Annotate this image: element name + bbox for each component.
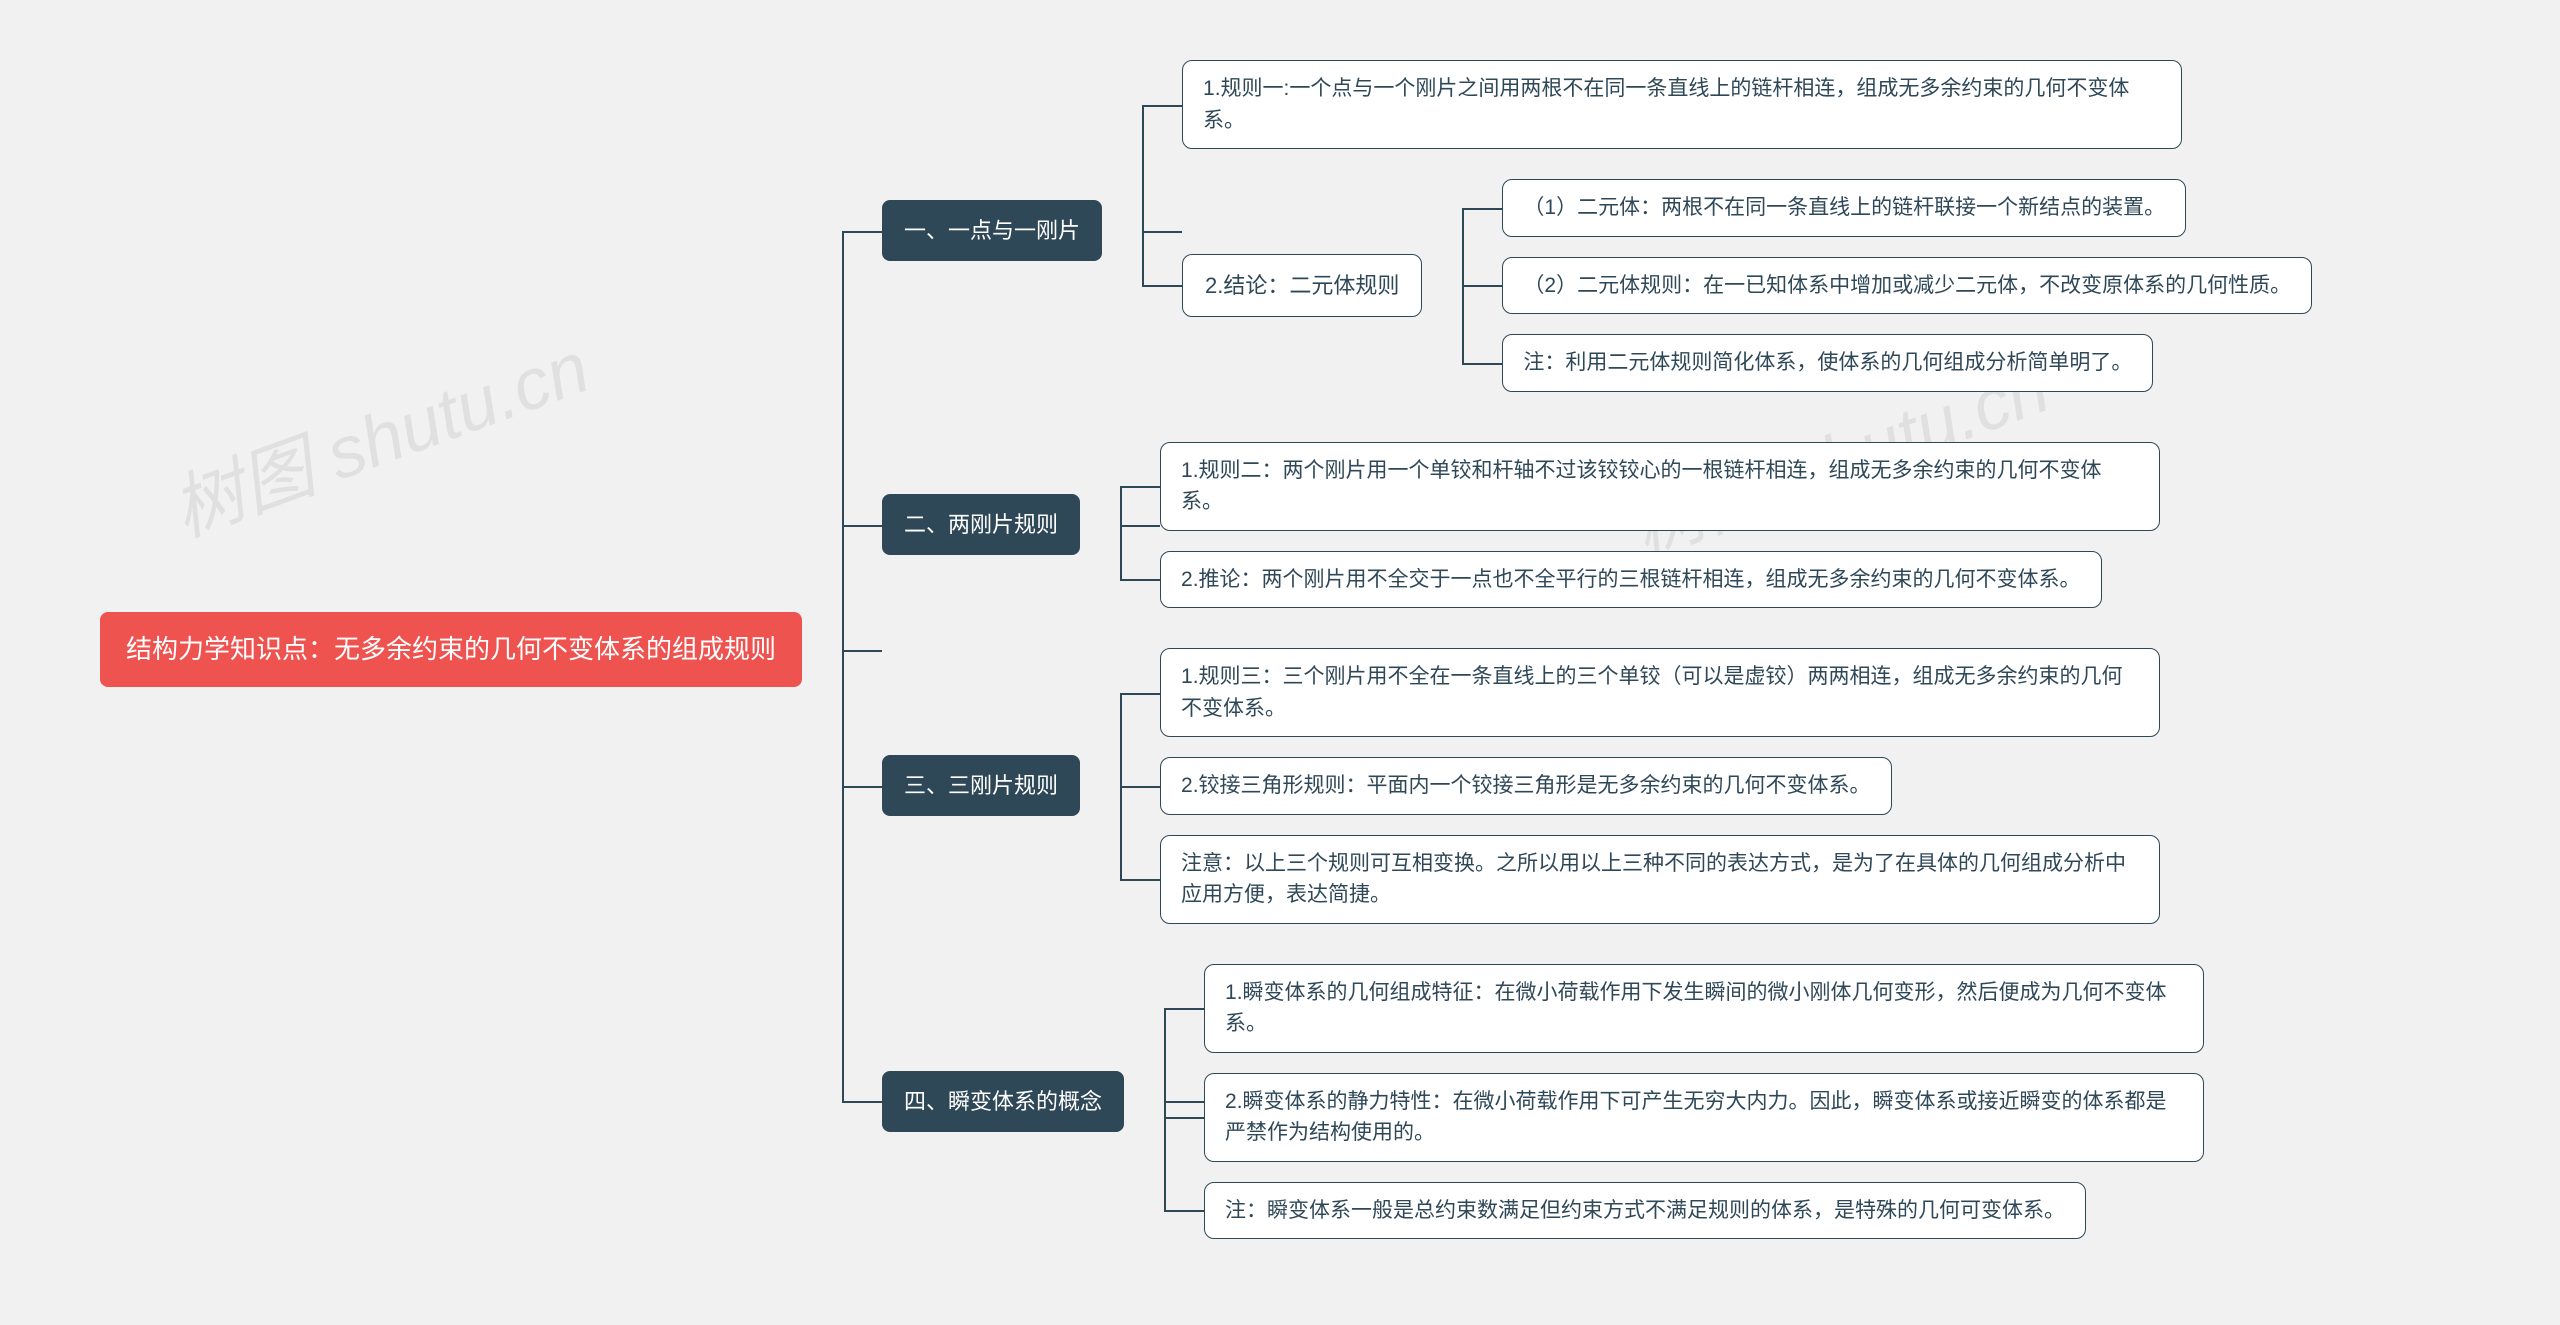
s1-conclusion-title[interactable]: 2.结论：二元体规则: [1182, 254, 1422, 317]
section-1-title[interactable]: 一、一点与一刚片: [882, 200, 1102, 261]
mindmap-canvas: 结构力学知识点：无多余约束的几何不变体系的组成规则 一、一点与一刚片 1.规则一…: [0, 0, 2560, 1319]
section-3-title[interactable]: 三、三刚片规则: [882, 755, 1080, 816]
s1-conc-b[interactable]: （2）二元体规则：在一已知体系中增加或减少二元体，不改变原体系的几何性质。: [1502, 257, 2312, 315]
root-node[interactable]: 结构力学知识点：无多余约束的几何不变体系的组成规则: [100, 612, 802, 687]
s3-r3[interactable]: 注意：以上三个规则可互相变换。之所以用以上三种不同的表达方式，是为了在具体的几何…: [1160, 835, 2160, 924]
s2-r2[interactable]: 2.推论：两个刚片用不全交于一点也不全平行的三根链杆相连，组成无多余约束的几何不…: [1160, 551, 2102, 609]
s3-r2[interactable]: 2.铰接三角形规则：平面内一个铰接三角形是无多余约束的几何不变体系。: [1160, 757, 1892, 815]
s2-r1[interactable]: 1.规则二：两个刚片用一个单铰和杆轴不过该铰铰心的一根链杆相连，组成无多余约束的…: [1160, 442, 2160, 531]
s4-r2[interactable]: 2.瞬变体系的静力特性：在微小荷载作用下可产生无穷大内力。因此，瞬变体系或接近瞬…: [1204, 1073, 2204, 1162]
section-4-children: 1.瞬变体系的几何组成特征：在微小荷载作用下发生瞬间的微小刚体几何变形，然后便成…: [1204, 954, 2204, 1250]
root-children: 一、一点与一刚片 1.规则一:一个点与一个刚片之间用两根不在同一条直线上的链杆相…: [882, 40, 2312, 1259]
section-4-title[interactable]: 四、瞬变体系的概念: [882, 1071, 1124, 1132]
s4-r1[interactable]: 1.瞬变体系的几何组成特征：在微小荷载作用下发生瞬间的微小刚体几何变形，然后便成…: [1204, 964, 2204, 1053]
s1-conc-a[interactable]: （1）二元体：两根不在同一条直线上的链杆联接一个新结点的装置。: [1502, 179, 2186, 237]
s4-r3[interactable]: 注：瞬变体系一般是总约束数满足但约束方式不满足规则的体系，是特殊的几何可变体系。: [1204, 1182, 2086, 1240]
s3-r1[interactable]: 1.规则三：三个刚片用不全在一条直线上的三个单铰（可以是虚铰）两两相连，组成无多…: [1160, 648, 2160, 737]
s1-conc-c[interactable]: 注：利用二元体规则简化体系，使体系的几何组成分析简单明了。: [1502, 334, 2153, 392]
section-2-children: 1.规则二：两个刚片用一个单铰和杆轴不过该铰铰心的一根链杆相连，组成无多余约束的…: [1160, 432, 2160, 619]
s1-rule1[interactable]: 1.规则一:一个点与一个刚片之间用两根不在同一条直线上的链杆相连，组成无多余约束…: [1182, 60, 2182, 149]
section-1-children: 1.规则一:一个点与一个刚片之间用两根不在同一条直线上的链杆相连，组成无多余约束…: [1182, 50, 2312, 412]
section-2-title[interactable]: 二、两刚片规则: [882, 494, 1080, 555]
section-3-children: 1.规则三：三个刚片用不全在一条直线上的三个单铰（可以是虚铰）两两相连，组成无多…: [1160, 638, 2160, 934]
s1-conclusion-children: （1）二元体：两根不在同一条直线上的链杆联接一个新结点的装置。 （2）二元体规则…: [1502, 169, 2312, 402]
